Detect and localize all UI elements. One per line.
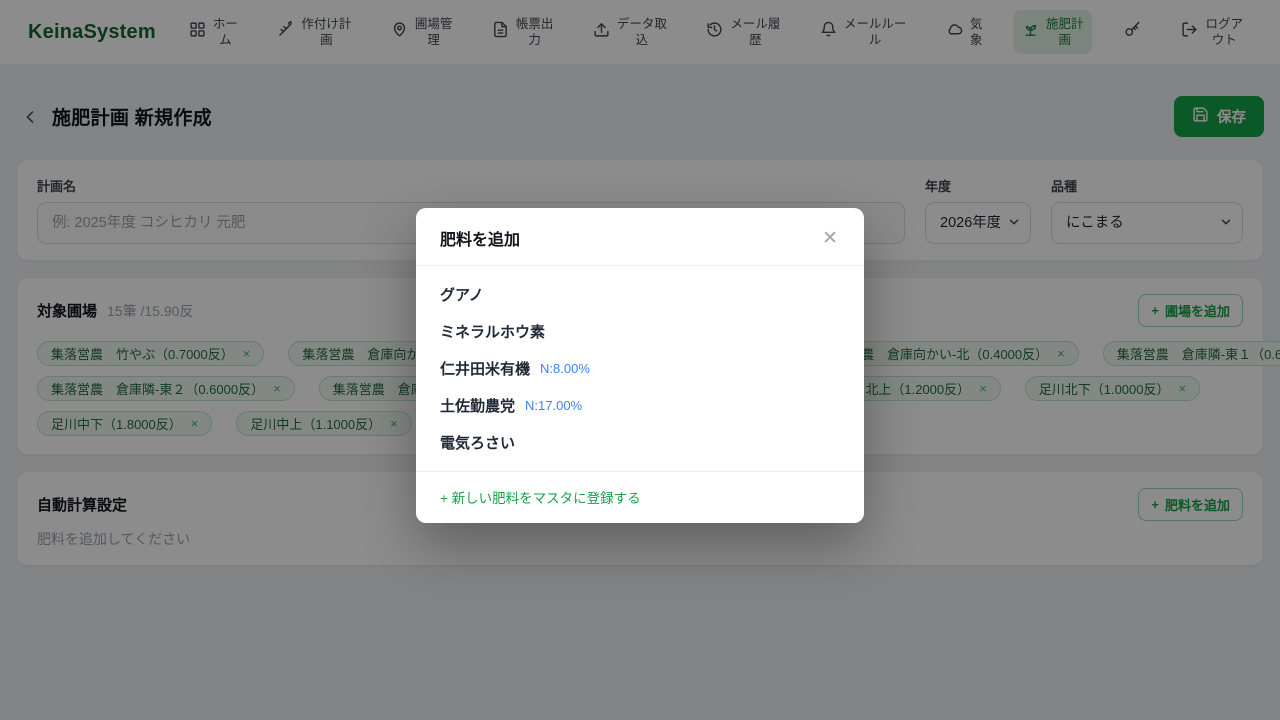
- fertilizer-list-item[interactable]: 電気ろさい: [416, 424, 864, 461]
- register-new-fertilizer-link[interactable]: + 新しい肥料をマスタに登録する: [440, 491, 641, 506]
- close-icon[interactable]: ✕: [820, 227, 840, 250]
- fertilizer-list-item[interactable]: 仁井田米有機 N:8.00%: [416, 350, 864, 387]
- modal-title: 肥料を追加: [440, 226, 520, 250]
- add-fertilizer-modal: 肥料を追加 ✕ グアノ ミネラルホウ素 仁井田米有機 N:8.00% 土佐勤農党…: [416, 208, 864, 523]
- fertilizer-list: グアノ ミネラルホウ素 仁井田米有機 N:8.00% 土佐勤農党 N:17.00…: [416, 266, 864, 471]
- fertilizer-list-item[interactable]: グアノ: [416, 276, 864, 313]
- fertilizer-list-item[interactable]: ミネラルホウ素: [416, 313, 864, 350]
- fertilizer-list-item[interactable]: 土佐勤農党 N:17.00%: [416, 387, 864, 424]
